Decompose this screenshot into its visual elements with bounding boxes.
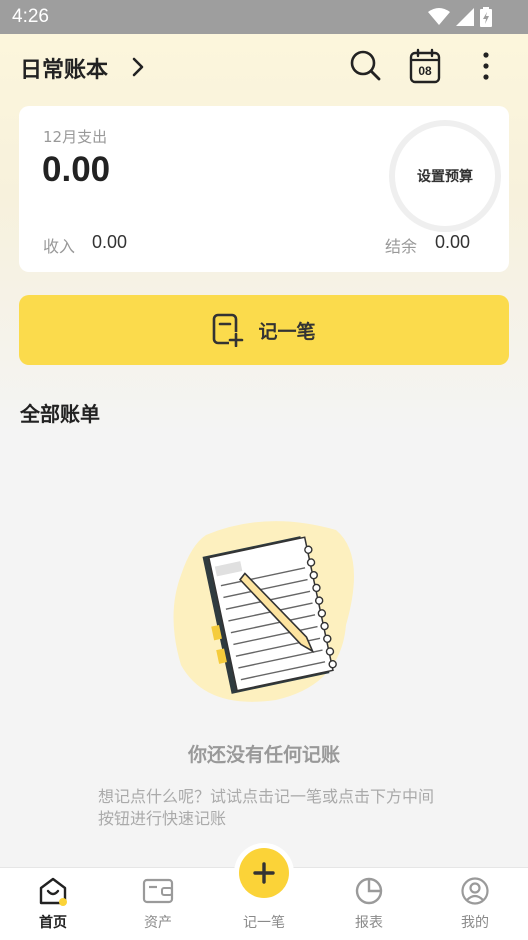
nav-profile-label: 我的 xyxy=(461,915,489,931)
balance-label: 结余 xyxy=(385,237,418,256)
month-expense-label: 12月支出 xyxy=(43,128,108,146)
nav-assets[interactable]: 资产 xyxy=(118,876,198,932)
income-label: 收入 xyxy=(43,237,76,256)
nav-home[interactable]: 首页 xyxy=(13,876,93,932)
status-bar: 4:26 xyxy=(0,0,528,34)
status-icons xyxy=(428,7,492,27)
expense-amount: 0.00 xyxy=(42,150,111,189)
quick-add-button[interactable] xyxy=(239,848,289,898)
more-vert-icon[interactable] xyxy=(476,50,496,82)
income-value: 0.00 xyxy=(92,232,128,252)
set-budget-label: 设置预算 xyxy=(417,169,473,185)
empty-state-hint: 想记点什么呢？试试点击记一笔或点击下方中间按钮进行快速记账 xyxy=(98,787,435,828)
wallet-icon xyxy=(142,878,174,904)
pie-chart-icon xyxy=(355,877,383,905)
wifi-icon xyxy=(428,8,450,25)
record-entry-label: 记一笔 xyxy=(258,320,316,343)
signal-icon xyxy=(456,8,474,26)
battery-icon xyxy=(480,7,492,27)
nav-record-label: 记一笔 xyxy=(243,915,285,931)
app-bar: 日常账本 08 xyxy=(0,34,528,100)
home-icon xyxy=(39,877,67,906)
profile-icon xyxy=(461,877,489,905)
balance-value: 0.00 xyxy=(435,232,471,252)
plus-icon xyxy=(253,862,275,884)
nav-assets-label: 资产 xyxy=(144,915,172,931)
nav-profile[interactable]: 我的 xyxy=(435,876,515,932)
set-budget-button[interactable]: 设置预算 xyxy=(389,120,501,232)
calendar-day: 08 xyxy=(418,64,432,78)
search-icon[interactable] xyxy=(348,48,382,82)
nav-home-label: 首页 xyxy=(39,915,67,931)
status-time: 4:26 xyxy=(12,6,49,27)
record-entry-button[interactable]: 记一笔 xyxy=(19,295,509,365)
notebook-illustration xyxy=(173,521,354,702)
ledger-title[interactable]: 日常账本 xyxy=(20,52,108,84)
empty-state-title: 你还没有任何记账 xyxy=(187,744,340,766)
summary-card: 12月支出 0.00 设置预算 收入 0.00 结余 0.00 xyxy=(19,106,509,272)
note-add-icon xyxy=(213,313,245,347)
all-bills-title: 全部账单 xyxy=(20,402,100,426)
calendar-button[interactable]: 08 xyxy=(409,48,441,88)
chevron-right-icon[interactable] xyxy=(128,56,148,78)
nav-reports[interactable]: 报表 xyxy=(329,876,409,932)
nav-reports-label: 报表 xyxy=(355,915,383,931)
